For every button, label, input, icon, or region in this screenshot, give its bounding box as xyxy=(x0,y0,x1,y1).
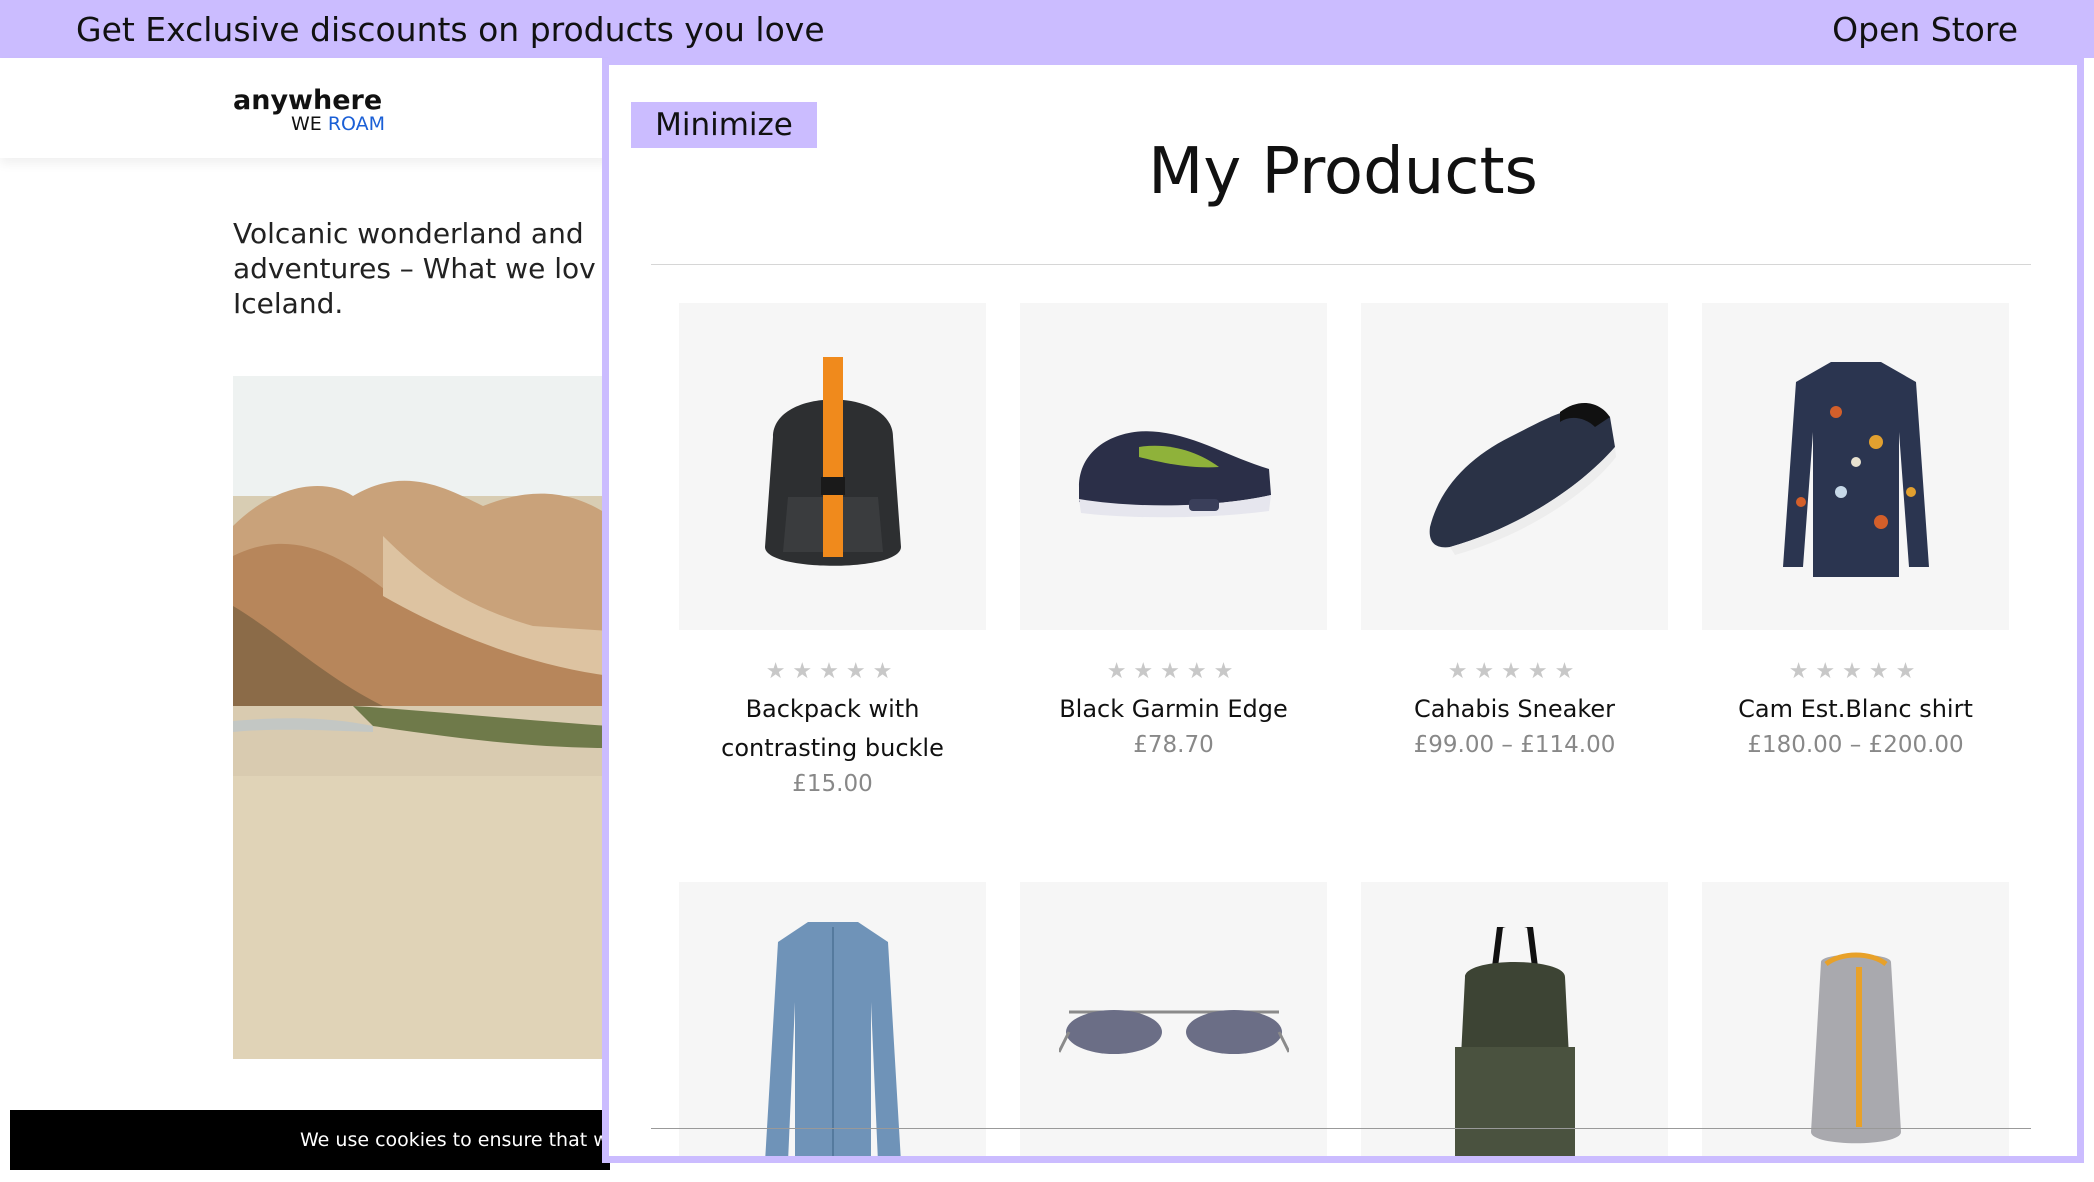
open-store-button[interactable]: Open Store xyxy=(1832,10,2018,49)
product-image[interactable] xyxy=(679,303,986,630)
rating-stars: ★★★★★ xyxy=(765,658,900,683)
product-card[interactable] xyxy=(679,882,986,1156)
product-price: £15.00 xyxy=(792,771,873,797)
floral-shirt-icon xyxy=(1782,361,1929,577)
product-card[interactable]: ★★★★★ Backpack with contrasting buckle £… xyxy=(679,303,986,797)
rating-stars: ★★★★★ xyxy=(1106,658,1241,683)
cookie-text: We use cookies to ensure that w xyxy=(300,1129,609,1151)
site-logo[interactable]: anywhere WE ROAM xyxy=(233,85,385,134)
slip-on-shoe-icon xyxy=(1429,402,1616,555)
product-name[interactable]: Cahabis Sneaker xyxy=(1361,690,1668,729)
backpack-icon xyxy=(764,356,901,566)
product-image[interactable] xyxy=(1020,303,1327,630)
rating-stars: ★★★★★ xyxy=(1447,658,1582,683)
product-image[interactable] xyxy=(1702,882,2009,1156)
product-image[interactable] xyxy=(679,882,986,1156)
article-line: Volcanic wonderland and xyxy=(233,217,584,250)
product-image[interactable] xyxy=(1702,303,2009,630)
product-image[interactable] xyxy=(1361,882,1668,1156)
logo-roam: ROAM xyxy=(327,113,386,135)
product-price: £180.00 – £200.00 xyxy=(1747,732,1964,758)
my-products-panel: Minimize My Products ★★★★★ Backpack with… xyxy=(602,58,2084,1163)
rating-stars: ★★★★★ xyxy=(1788,658,1923,683)
denim-shirt-icon xyxy=(764,922,901,1156)
product-price: £99.00 – £114.00 xyxy=(1413,732,1616,758)
product-image[interactable] xyxy=(1020,882,1327,1156)
product-card[interactable] xyxy=(1702,882,2009,1156)
product-name[interactable]: Black Garmin Edge xyxy=(1020,690,1327,729)
hero-image xyxy=(233,376,610,1059)
promo-text: Get Exclusive discounts on products you … xyxy=(76,9,825,49)
article-intro: Volcanic wonderland and adventures – Wha… xyxy=(233,216,613,321)
divider xyxy=(651,264,2031,265)
promo-banner: Get Exclusive discounts on products you … xyxy=(0,0,2094,58)
product-card[interactable] xyxy=(1020,882,1327,1156)
product-image[interactable] xyxy=(1361,303,1668,630)
product-card[interactable] xyxy=(1361,882,1668,1156)
logo-line-anywhere: anywhere xyxy=(233,85,383,116)
product-name[interactable]: Cam Est.Blanc shirt xyxy=(1702,690,2009,729)
product-card[interactable]: ★★★★★ Black Garmin Edge £78.70 xyxy=(1020,303,1327,758)
logo-we: WE xyxy=(291,113,322,135)
divider xyxy=(651,1128,2031,1129)
cookie-notice: We use cookies to ensure that w xyxy=(10,1110,610,1170)
product-card[interactable]: ★★★★★ Cam Est.Blanc shirt £180.00 – £200… xyxy=(1702,303,2009,758)
product-price: £78.70 xyxy=(1133,732,1214,758)
product-name[interactable]: Backpack with contrasting buckle xyxy=(679,690,986,768)
site-header: anywhere WE ROAM xyxy=(0,58,610,158)
grey-backpack-icon xyxy=(1810,952,1901,1144)
sunglasses-icon xyxy=(1058,1010,1289,1054)
article-line: adventures – What we lov xyxy=(233,252,596,285)
panel-title: My Products xyxy=(1148,135,1538,209)
product-card[interactable]: ★★★★★ Cahabis Sneaker £99.00 – £114.00 xyxy=(1361,303,1668,758)
sneaker-icon xyxy=(1078,430,1271,517)
article-line: Iceland. xyxy=(233,287,344,320)
iceland-landscape-illustration xyxy=(233,376,610,1059)
logo-line-we-roam: WE ROAM xyxy=(291,114,385,134)
